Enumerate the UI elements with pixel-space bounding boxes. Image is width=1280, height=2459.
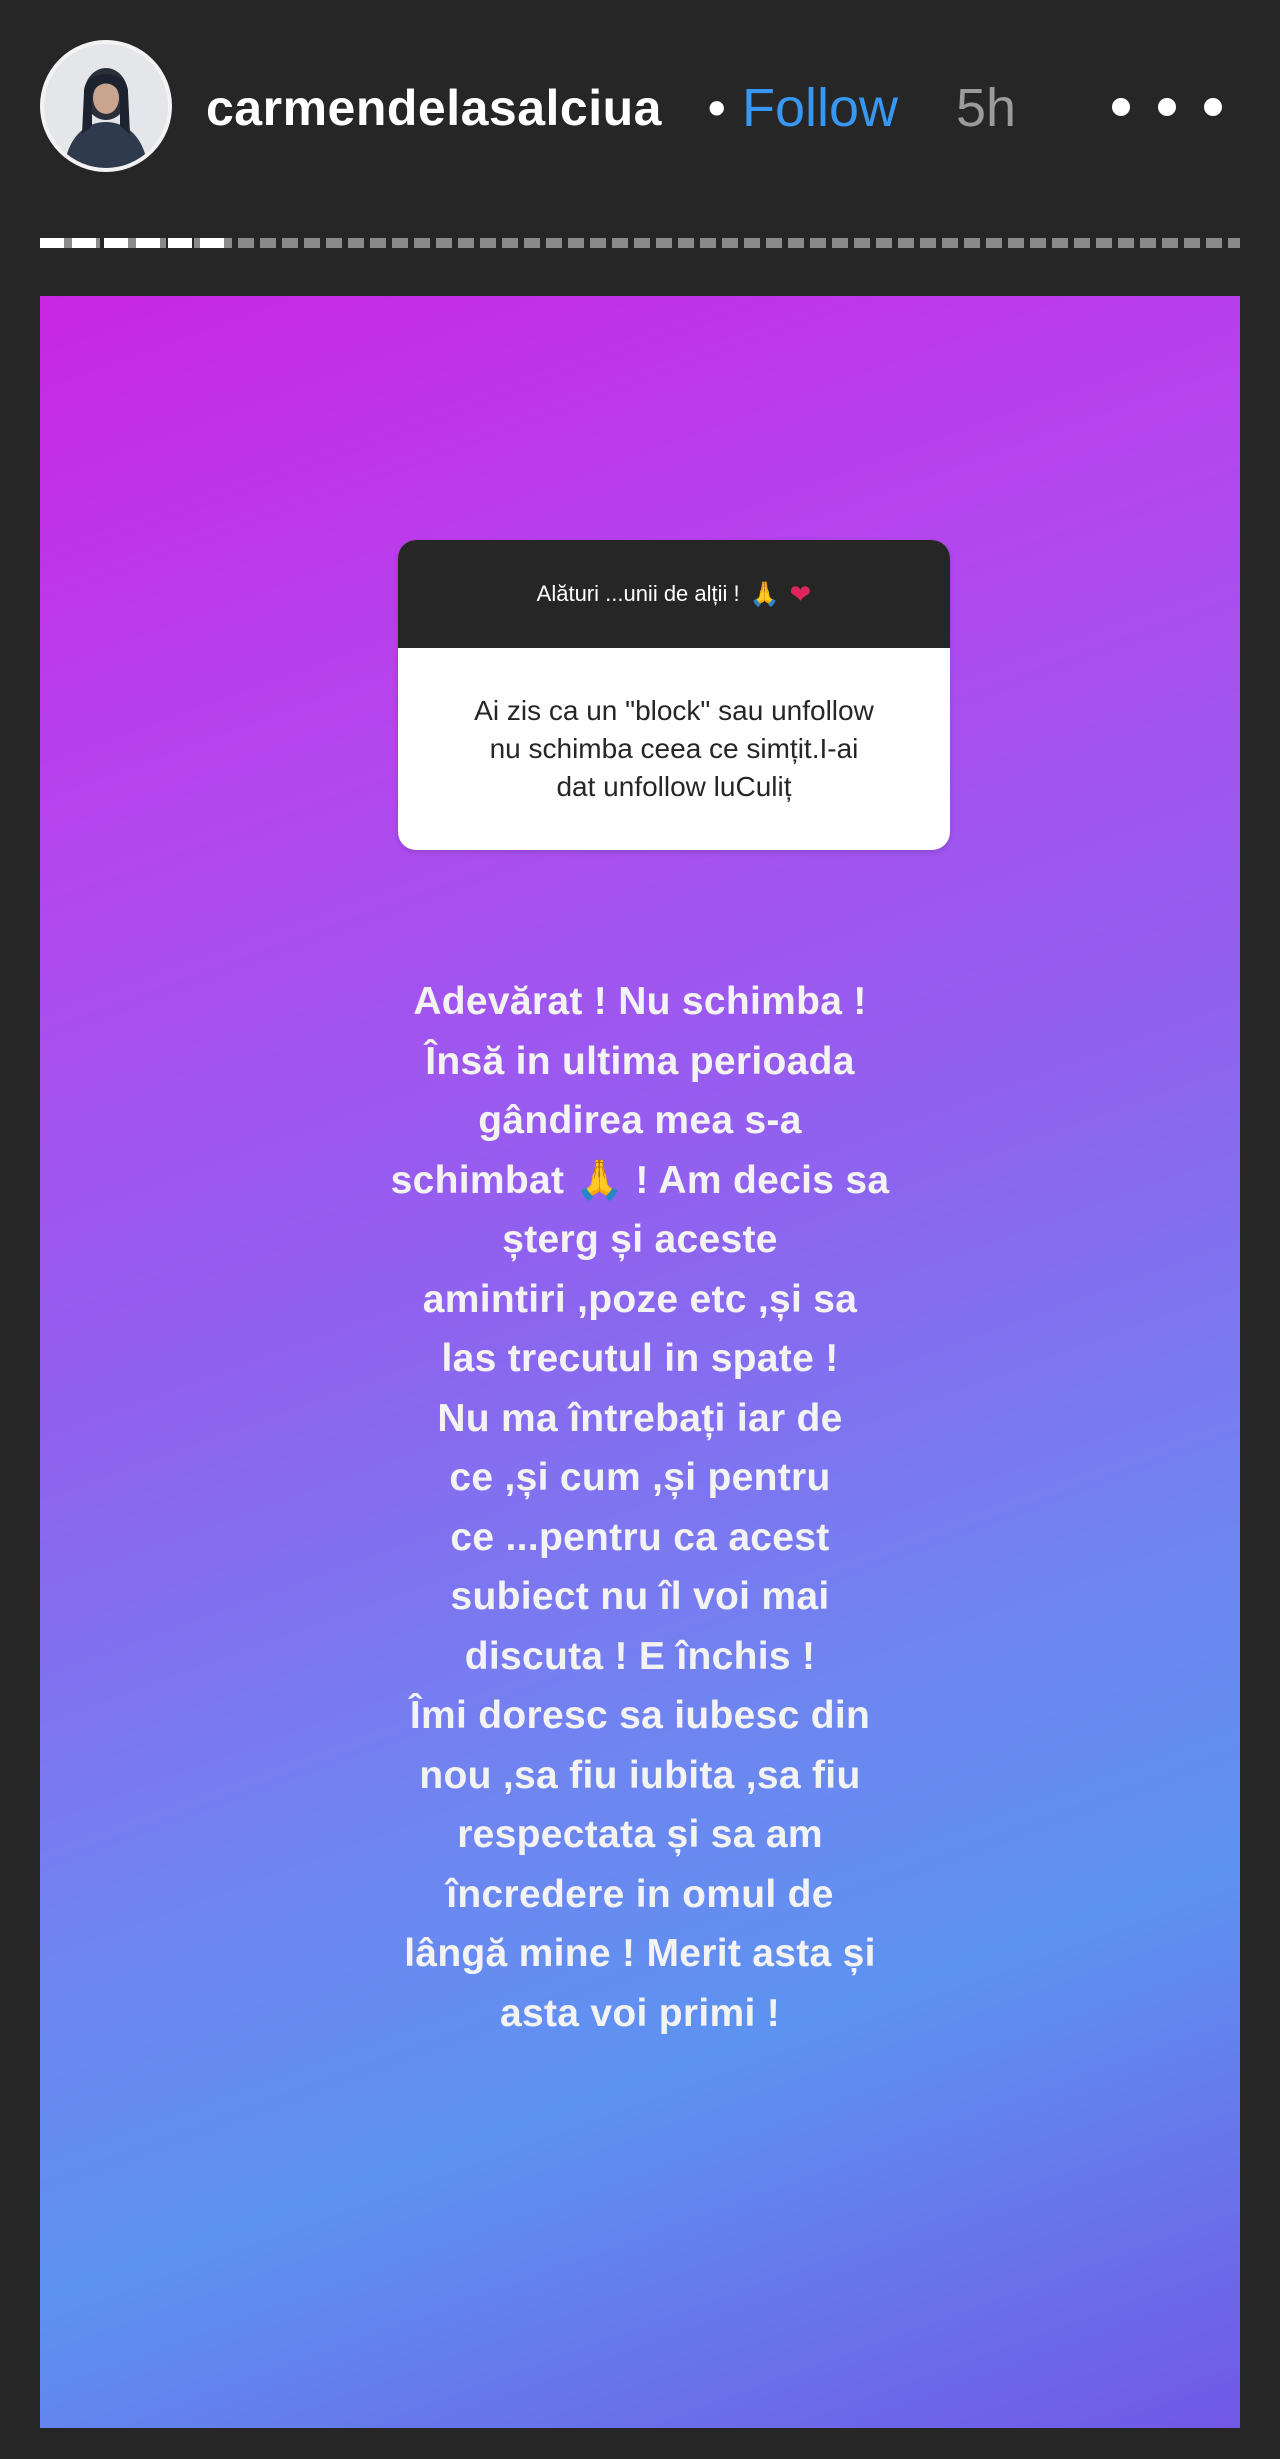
story-content[interactable]: Alături ...unii de alții ! 🙏 ❤ Ai zis ca… (40, 296, 1240, 2428)
more-options-icon[interactable] (1112, 82, 1222, 132)
more-dot (1158, 98, 1176, 116)
pray-icon: 🙏 (749, 580, 780, 608)
post-time: 5h (956, 78, 1017, 138)
avatar-image (44, 44, 168, 168)
more-dot (1112, 98, 1130, 116)
story-progress-fill (40, 238, 232, 248)
question-sticker: Alături ...unii de alții ! 🙏 ❤ Ai zis ca… (398, 540, 950, 850)
story-header: carmendelasalciua • Follow 5h (0, 0, 1280, 220)
question-prompt-bar: Alături ...unii de alții ! 🙏 ❤ (398, 540, 950, 648)
question-prompt: Alături ...unii de alții ! (536, 581, 740, 606)
heart-icon: ❤ (789, 578, 812, 609)
more-dot (1204, 98, 1222, 116)
profile-avatar[interactable] (40, 40, 172, 172)
story-viewer: carmendelasalciua • Follow 5h Alături ..… (0, 0, 1280, 2459)
separator-dot: • (708, 80, 726, 136)
story-progress-bar (40, 238, 1240, 248)
username[interactable]: carmendelasalciua (206, 76, 662, 140)
follow-button[interactable]: Follow (742, 76, 898, 140)
question-text: Ai zis ca un "block" sau unfollow nu sch… (474, 695, 874, 802)
answer-text: Adevărat ! Nu schimba ! Însă in ultima p… (390, 980, 890, 2035)
question-body: Ai zis ca un "block" sau unfollow nu sch… (398, 648, 950, 850)
